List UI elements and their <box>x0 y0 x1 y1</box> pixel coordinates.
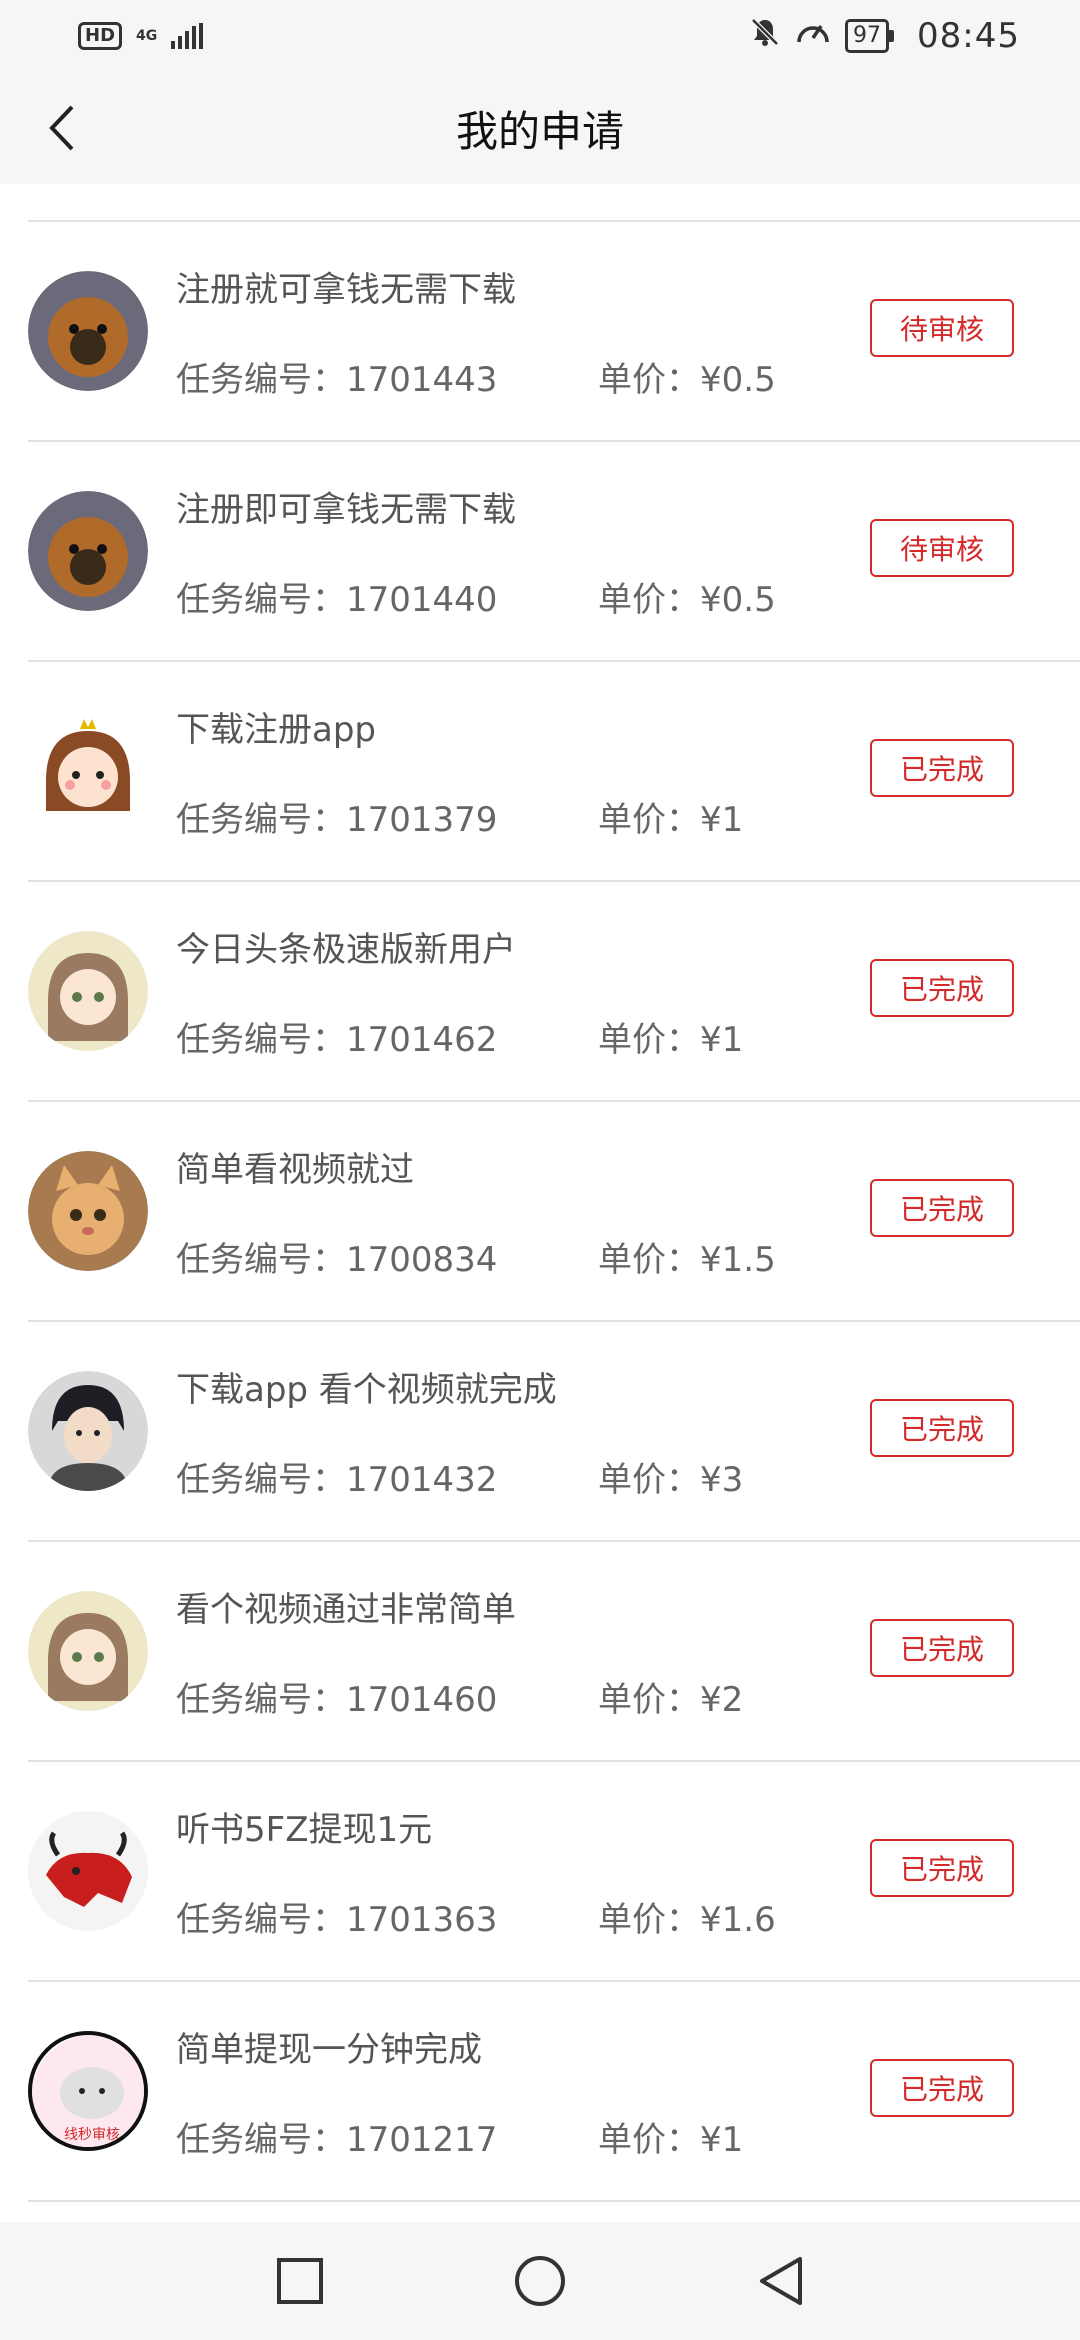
avatar <box>28 1591 148 1711</box>
task-id: 任务编号：1701432 <box>176 1460 498 1500</box>
status-right: 97 08:45 <box>749 16 1020 57</box>
avatar: 线秒审核 <box>28 2031 148 2151</box>
task-price: 单价：¥1 <box>598 800 744 840</box>
task-price: 单价：¥1 <box>598 2120 744 2160</box>
battery-icon: 97 <box>845 19 895 53</box>
task-price: 单价：¥2 <box>598 1680 744 1720</box>
app-header: 我的申请 <box>0 72 1080 184</box>
list-item[interactable]: 简单看视频就过 任务编号：1700834 单价：¥1.5 已完成 <box>28 1102 1080 1322</box>
list-item[interactable]: 看个视频通过非常简单 任务编号：1701460 单价：¥2 已完成 <box>28 1542 1080 1762</box>
task-price: 单价：¥3 <box>598 1460 744 1500</box>
list-item[interactable]: 线秒审核 简单提现一分钟完成 任务编号：1701217 单价：¥1 已完成 <box>28 1982 1080 2202</box>
task-title: 听书5FZ提现1元 <box>176 1810 433 1850</box>
system-back-button[interactable] <box>750 2251 810 2311</box>
triangle-back-icon <box>760 2257 802 2305</box>
status-badge[interactable]: 已完成 <box>870 1619 1014 1677</box>
avatar <box>28 491 148 611</box>
clock: 08:45 <box>917 16 1020 56</box>
list-item[interactable]: 今日头条极速版新用户 任务编号：1701462 单价：¥1 已完成 <box>28 882 1080 1102</box>
task-price: 单价：¥1.6 <box>598 1900 776 1940</box>
task-id: 任务编号：1701217 <box>176 2120 498 2160</box>
status-bar: HD 4G 97 08:45 <box>0 0 1080 72</box>
task-title: 简单看视频就过 <box>176 1150 414 1190</box>
list-item[interactable]: 注册就可拿钱无需下载 任务编号：1701443 单价：¥0.5 待审核 <box>28 222 1080 442</box>
task-id: 任务编号：1701379 <box>176 800 498 840</box>
task-id: 任务编号：1700834 <box>176 1240 498 1280</box>
task-price: 单价：¥0.5 <box>598 580 776 620</box>
status-badge[interactable]: 待审核 <box>870 299 1014 357</box>
page-title: 我的申请 <box>455 106 624 156</box>
back-button[interactable] <box>34 100 90 156</box>
list-item[interactable]: 下载注册app 任务编号：1701379 单价：¥1 已完成 <box>28 662 1080 882</box>
task-price: 单价：¥0.5 <box>598 360 776 400</box>
task-id: 任务编号：1701460 <box>176 1680 498 1720</box>
avatar <box>28 1371 148 1491</box>
task-price: 单价：¥1.5 <box>598 1240 776 1280</box>
network-type: 4G <box>136 28 158 44</box>
avatar <box>28 1151 148 1271</box>
status-left: HD 4G <box>78 22 204 50</box>
status-badge[interactable]: 已完成 <box>870 1399 1014 1457</box>
task-title: 下载app 看个视频就完成 <box>176 1370 557 1410</box>
task-title: 注册就可拿钱无需下载 <box>176 270 516 310</box>
task-id: 任务编号：1701363 <box>176 1900 498 1940</box>
system-nav-bar <box>0 2222 1080 2340</box>
divider <box>28 184 1080 222</box>
application-list: 注册就可拿钱无需下载 任务编号：1701443 单价：¥0.5 待审核 注册即可… <box>0 184 1080 2202</box>
square-icon <box>277 2258 323 2304</box>
speedometer-icon <box>795 16 831 57</box>
circle-icon <box>515 2256 565 2306</box>
task-title: 注册即可拿钱无需下载 <box>176 490 516 530</box>
task-title: 看个视频通过非常简单 <box>176 1590 516 1630</box>
battery-level: 97 <box>853 23 882 48</box>
avatar <box>28 711 148 831</box>
list-item[interactable]: 下载app 看个视频就完成 任务编号：1701432 单价：¥3 已完成 <box>28 1322 1080 1542</box>
status-badge[interactable]: 待审核 <box>870 519 1014 577</box>
hd-icon: HD <box>78 22 123 50</box>
status-badge[interactable]: 已完成 <box>870 2059 1014 2117</box>
chevron-left-icon <box>49 105 74 151</box>
status-badge[interactable]: 已完成 <box>870 959 1014 1017</box>
avatar <box>28 1811 148 1931</box>
task-id: 任务编号：1701462 <box>176 1020 498 1060</box>
list-item[interactable]: 听书5FZ提现1元 任务编号：1701363 单价：¥1.6 已完成 <box>28 1762 1080 1982</box>
recent-apps-button[interactable] <box>270 2251 330 2311</box>
avatar <box>28 271 148 391</box>
status-badge[interactable]: 已完成 <box>870 1839 1014 1897</box>
task-id: 任务编号：1701440 <box>176 580 498 620</box>
list-item[interactable]: 注册即可拿钱无需下载 任务编号：1701440 单价：¥0.5 待审核 <box>28 442 1080 662</box>
task-title: 下载注册app <box>176 710 376 750</box>
task-title: 简单提现一分钟完成 <box>176 2030 482 2070</box>
mute-bell-icon <box>749 16 781 57</box>
task-price: 单价：¥1 <box>598 1020 744 1060</box>
task-id: 任务编号：1701443 <box>176 360 498 400</box>
avatar <box>28 931 148 1051</box>
signal-icon <box>171 23 204 49</box>
status-badge[interactable]: 已完成 <box>870 1179 1014 1237</box>
avatar-text: 线秒审核 <box>64 2127 120 2143</box>
status-badge[interactable]: 已完成 <box>870 739 1014 797</box>
home-button[interactable] <box>510 2251 570 2311</box>
task-title: 今日头条极速版新用户 <box>176 930 516 970</box>
